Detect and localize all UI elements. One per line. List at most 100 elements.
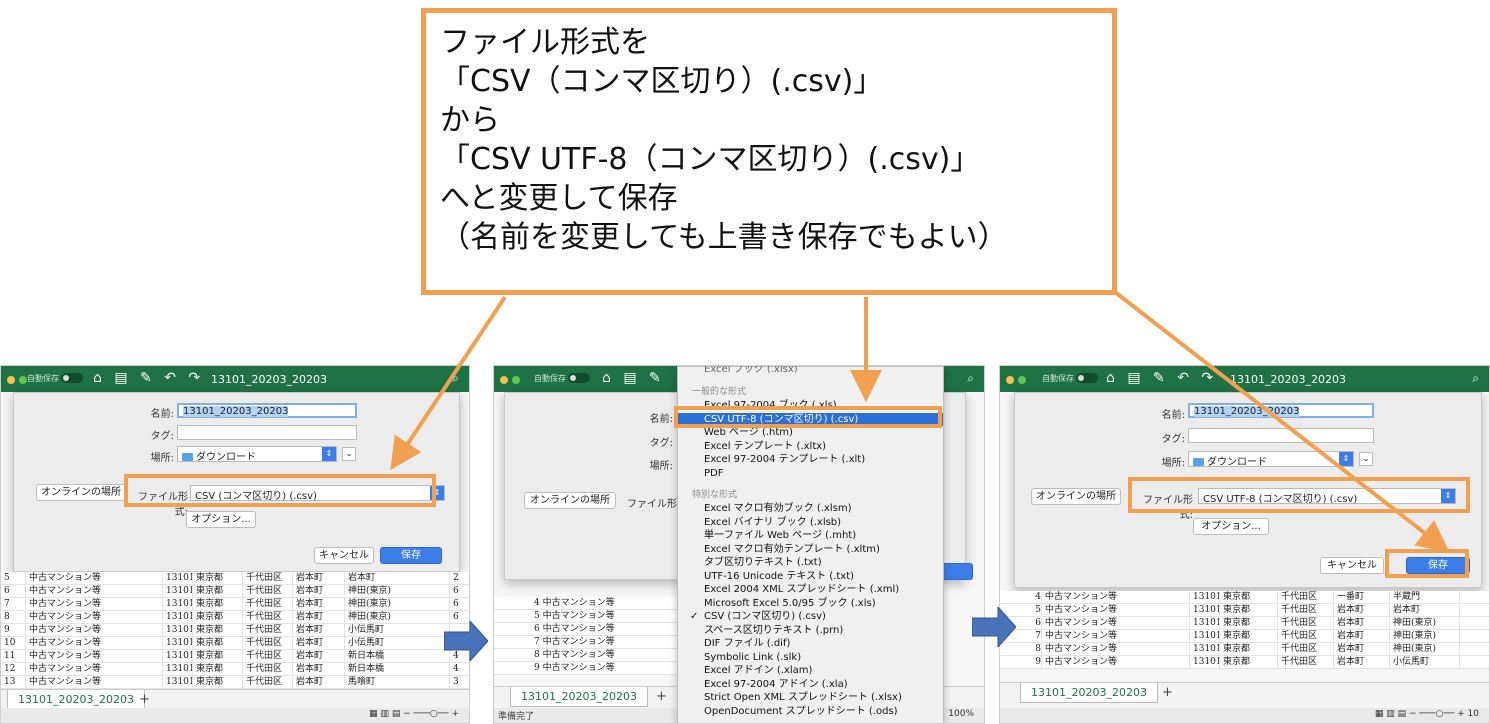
cell[interactable]: 岩本町 [293, 611, 345, 623]
search-icon[interactable]: ⌕ [967, 371, 974, 386]
quick-access-icons[interactable]: ⌂ ▤ ✎ ↶ ↷ [1106, 370, 1217, 386]
cell[interactable]: 小伝馬町 [345, 624, 450, 636]
cell[interactable]: 岩本町 [293, 676, 345, 688]
cell[interactable]: 8 [1, 611, 26, 623]
cell[interactable]: 岩本町 [293, 598, 345, 610]
cell[interactable]: 中古マンション等 [26, 572, 163, 584]
search-icon[interactable]: ⌕ [452, 371, 459, 386]
cell[interactable]: 東京都 [193, 676, 243, 688]
cell[interactable]: 千代田区 [1278, 591, 1334, 603]
cell[interactable]: 東京都 [193, 585, 243, 597]
cell[interactable]: 千代田区 [1278, 604, 1334, 616]
add-sheet-icon[interactable]: + [656, 689, 667, 704]
cell[interactable]: 千代田区 [243, 650, 293, 662]
cell[interactable]: 岩本町 [293, 585, 345, 597]
cell[interactable]: 中古マンション等 [26, 611, 163, 623]
cell[interactable]: 千代田区 [243, 663, 293, 675]
cell[interactable]: 千代田区 [1278, 630, 1334, 642]
cell[interactable]: 8 中古マンション等 [494, 649, 684, 661]
cell[interactable]: 4 [450, 663, 469, 675]
cancel-button[interactable]: キャンセル [314, 547, 374, 564]
cell[interactable]: 東京都 [193, 637, 243, 649]
cell[interactable]: 6 [450, 598, 469, 610]
quick-access-icons[interactable]: ⌂ ▤ ✎ [602, 370, 665, 386]
cell[interactable]: 中古マンション等 [1042, 591, 1190, 603]
cell[interactable]: 中古マンション等 [1042, 643, 1190, 655]
sheet-tab[interactable]: 13101_20203_20203 [510, 687, 648, 707]
cell[interactable]: 半蔵門 [1390, 591, 1460, 603]
cell[interactable]: 13101 [163, 676, 193, 688]
zoom-slider[interactable]: ▦ ▥ ▤ − ───○── + 10 [1375, 709, 1479, 719]
cell[interactable]: 2 [450, 572, 469, 584]
cell[interactable]: 10 [1, 637, 26, 649]
cell[interactable]: 東京都 [1220, 630, 1278, 642]
menu-item[interactable]: Excel 97-2004 テンプレート (.xlt) [678, 453, 943, 467]
cell[interactable]: 岩本町 [293, 637, 345, 649]
autosave-toggle[interactable] [568, 373, 590, 383]
sheet-tab[interactable]: 13101_20203_20203 [7, 690, 145, 710]
cell[interactable]: 千代田区 [243, 676, 293, 688]
quick-access-icons[interactable]: ⌂ ▤ ✎ ↶ ↷ [93, 370, 204, 386]
cell[interactable]: 千代田区 [243, 611, 293, 623]
cell[interactable]: 岩本町 [1334, 643, 1390, 655]
cell[interactable]: 神田(東京) [1390, 630, 1460, 642]
cell[interactable]: 岩本町 [345, 572, 450, 584]
cell[interactable]: 13 [1, 676, 26, 688]
cell[interactable]: 馬喰町 [345, 676, 450, 688]
menu-item-csv-current[interactable]: ✓ CSV (コンマ区切り) (.csv) [678, 610, 943, 624]
zoom-slider[interactable]: ▦ ▥ ▤ − ───○── + [369, 709, 459, 719]
cell[interactable]: 中古マンション等 [26, 624, 163, 636]
cell[interactable]: 千代田区 [1278, 617, 1334, 629]
menu-item[interactable]: Excel マクロ有効ブック (.xlsm) [678, 502, 943, 516]
menu-item[interactable]: OpenDocument スプレッドシート (.ods) [678, 705, 943, 719]
cell[interactable]: 中古マンション等 [26, 637, 163, 649]
cell[interactable]: 13101 [1190, 643, 1220, 655]
cell[interactable]: 中古マンション等 [26, 676, 163, 688]
cell[interactable]: 岩本町 [293, 663, 345, 675]
cell[interactable]: 千代田区 [243, 572, 293, 584]
cell[interactable]: 岩本町 [1334, 630, 1390, 642]
cell[interactable]: 11 [1, 650, 26, 662]
cell[interactable]: 小伝馬町 [1390, 656, 1460, 668]
cell[interactable]: 5 [1, 572, 26, 584]
options-button[interactable]: オプション... [186, 511, 256, 528]
search-icon[interactable]: ⌕ [1472, 371, 1479, 386]
cell[interactable]: 岩本町 [293, 650, 345, 662]
cell[interactable]: 中古マンション等 [26, 585, 163, 597]
cell[interactable]: 千代田区 [1278, 656, 1334, 668]
cell[interactable]: 13101 [163, 650, 193, 662]
menu-item[interactable]: スペース区切りテキスト (.prn) [678, 624, 943, 638]
menu-item[interactable]: Web ページ (.htm) [678, 426, 943, 440]
cell[interactable]: 5 中古マンション等 [494, 610, 684, 622]
cell[interactable]: 新日本橋 [345, 663, 450, 675]
cell[interactable]: 13101 [163, 637, 193, 649]
autosave-toggle[interactable] [61, 373, 83, 383]
cell[interactable]: 7 [1, 598, 26, 610]
cell[interactable]: 千代田区 [1278, 643, 1334, 655]
menu-item[interactable]: PDF [678, 467, 943, 481]
cell[interactable]: 千代田区 [243, 637, 293, 649]
cell[interactable]: 7 中古マンション等 [494, 636, 684, 648]
cell[interactable]: 東京都 [193, 611, 243, 623]
cell[interactable]: 13101 [1190, 617, 1220, 629]
cell[interactable]: 13101 [1190, 656, 1220, 668]
menu-item[interactable]: Excel テンプレート (.xltx) [678, 440, 943, 454]
menu-item[interactable]: UTF-16 Unicode テキスト (.txt) [678, 570, 943, 584]
cell[interactable]: 東京都 [193, 598, 243, 610]
tag-input[interactable] [177, 425, 357, 440]
cell[interactable]: 中古マンション等 [26, 663, 163, 675]
cell[interactable]: 13101 [1190, 630, 1220, 642]
cell[interactable]: 9 [1, 624, 26, 636]
cell[interactable]: 13101 [163, 572, 193, 584]
menu-item[interactable]: Excel マクロ有効テンプレート (.xltm) [678, 543, 943, 557]
online-location-button[interactable]: オンラインの場所 [36, 484, 126, 501]
cell[interactable]: 千代田区 [243, 585, 293, 597]
menu-item[interactable]: DIF ファイル (.dif) [678, 637, 943, 651]
chevron-down-icon[interactable]: ⌄ [1359, 452, 1373, 466]
cell[interactable]: 12 [1, 663, 26, 675]
cell[interactable]: 東京都 [1220, 656, 1278, 668]
window-controls[interactable] [500, 374, 524, 387]
cell[interactable]: 中古マンション等 [1042, 656, 1190, 668]
cell[interactable]: 岩本町 [1334, 604, 1390, 616]
cell[interactable]: 東京都 [193, 624, 243, 636]
